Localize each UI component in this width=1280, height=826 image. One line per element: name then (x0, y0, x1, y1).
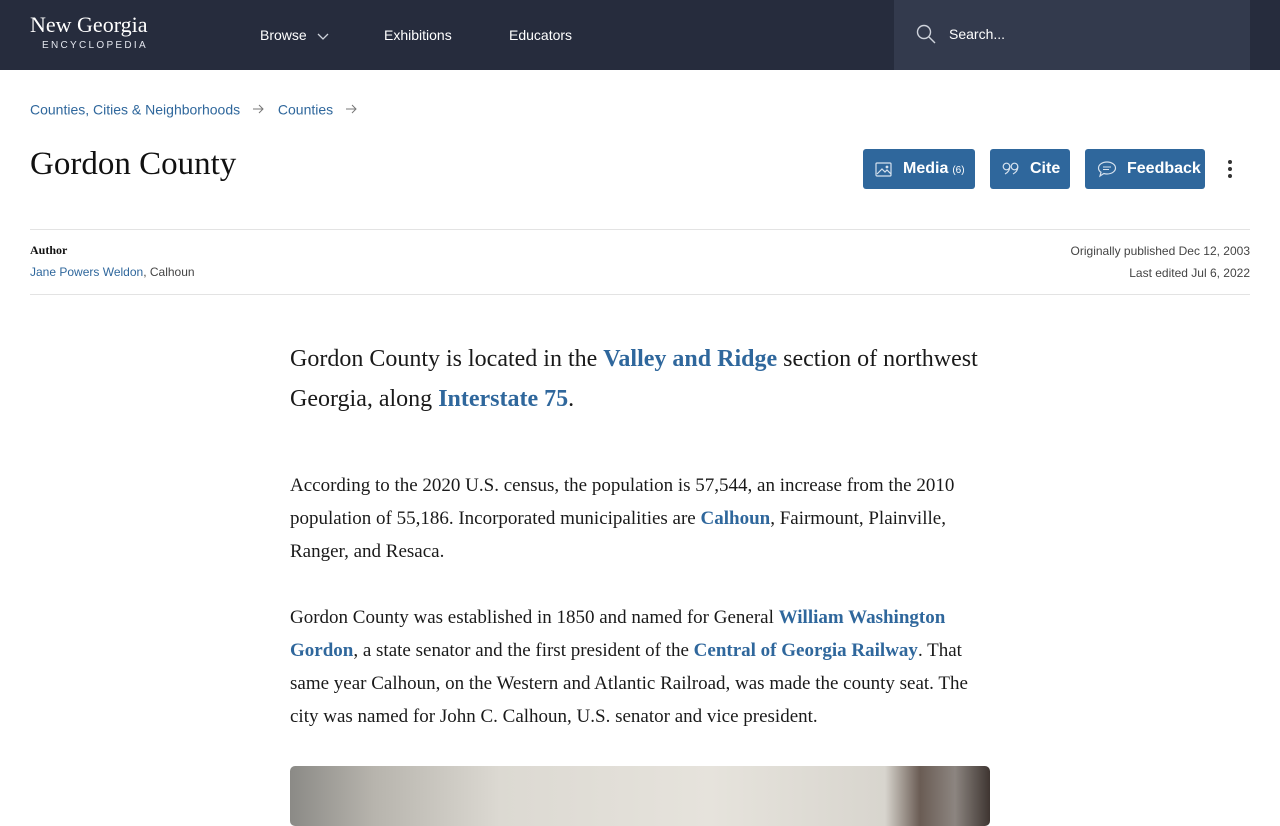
text-span: Gordon County is located in the (290, 346, 604, 372)
speech-bubble-icon (1097, 161, 1117, 178)
nav-exhibitions[interactable]: Exhibitions (384, 26, 452, 44)
divider (30, 294, 1250, 295)
feedback-button[interactable]: Feedback (1085, 149, 1205, 189)
lead-paragraph: Gordon County is located in the Valley a… (290, 339, 990, 419)
search-icon (916, 24, 936, 49)
divider (30, 229, 1250, 230)
site-logo[interactable]: New Georgia ENCYCLOPEDIA (30, 12, 148, 52)
breadcrumb-item-counties-cities[interactable]: Counties, Cities & Neighborhoods (30, 101, 240, 117)
author-line: Jane Powers Weldon, Calhoun (30, 265, 195, 279)
text-span: Gordon County was established in 1850 an… (290, 607, 779, 628)
chevron-down-icon (317, 27, 329, 45)
author-link[interactable]: Jane Powers Weldon (30, 265, 143, 279)
paragraph: Gordon County was established in 1850 an… (290, 601, 990, 733)
text-span: . (568, 386, 575, 412)
cite-button[interactable]: Cite (990, 149, 1070, 189)
edited-date: Last edited Jul 6, 2022 (1129, 266, 1250, 280)
author-label: Author (30, 243, 68, 257)
logo-subtitle: ENCYCLOPEDIA (42, 40, 148, 51)
author-location: , Calhoun (143, 265, 195, 279)
logo-title: New Georgia (30, 12, 148, 37)
text-span: , a state senator and the first presiden… (353, 640, 694, 661)
arrow-right-icon (253, 101, 265, 117)
cite-button-label: Cite (1030, 160, 1061, 177)
link-interstate-75[interactable]: Interstate 75 (438, 386, 568, 412)
arrow-right-icon (346, 101, 358, 117)
more-options-icon[interactable] (1222, 158, 1238, 180)
article-image[interactable] (290, 766, 990, 826)
nav-browse[interactable]: Browse (260, 26, 329, 45)
link-central-of-georgia-railway[interactable]: Central of Georgia Railway (694, 640, 918, 661)
paragraph: According to the 2020 U.S. census, the p… (290, 469, 990, 568)
search-input[interactable]: Search... (949, 26, 1005, 42)
article-body: Gordon County is located in the Valley a… (290, 339, 990, 766)
link-calhoun[interactable]: Calhoun (701, 508, 771, 529)
page-title: Gordon County (30, 146, 237, 182)
top-nav: New Georgia ENCYCLOPEDIA Browse Exhibiti… (0, 0, 1280, 70)
feedback-button-label: Feedback (1127, 160, 1201, 177)
quote-icon (1002, 162, 1019, 175)
breadcrumb: Counties, Cities & Neighborhoods Countie… (30, 100, 367, 117)
search-box[interactable]: Search... (894, 0, 1250, 70)
media-button-label: Media (903, 160, 949, 177)
published-date: Originally published Dec 12, 2003 (1070, 244, 1250, 258)
media-button[interactable]: Media (6) (863, 149, 975, 189)
breadcrumb-item-counties[interactable]: Counties (278, 101, 333, 117)
media-count-badge: (6) (952, 165, 965, 176)
nav-educators[interactable]: Educators (509, 26, 572, 44)
link-valley-and-ridge[interactable]: Valley and Ridge (603, 346, 777, 372)
image-icon (875, 162, 892, 177)
nav-browse-label: Browse (260, 27, 307, 43)
